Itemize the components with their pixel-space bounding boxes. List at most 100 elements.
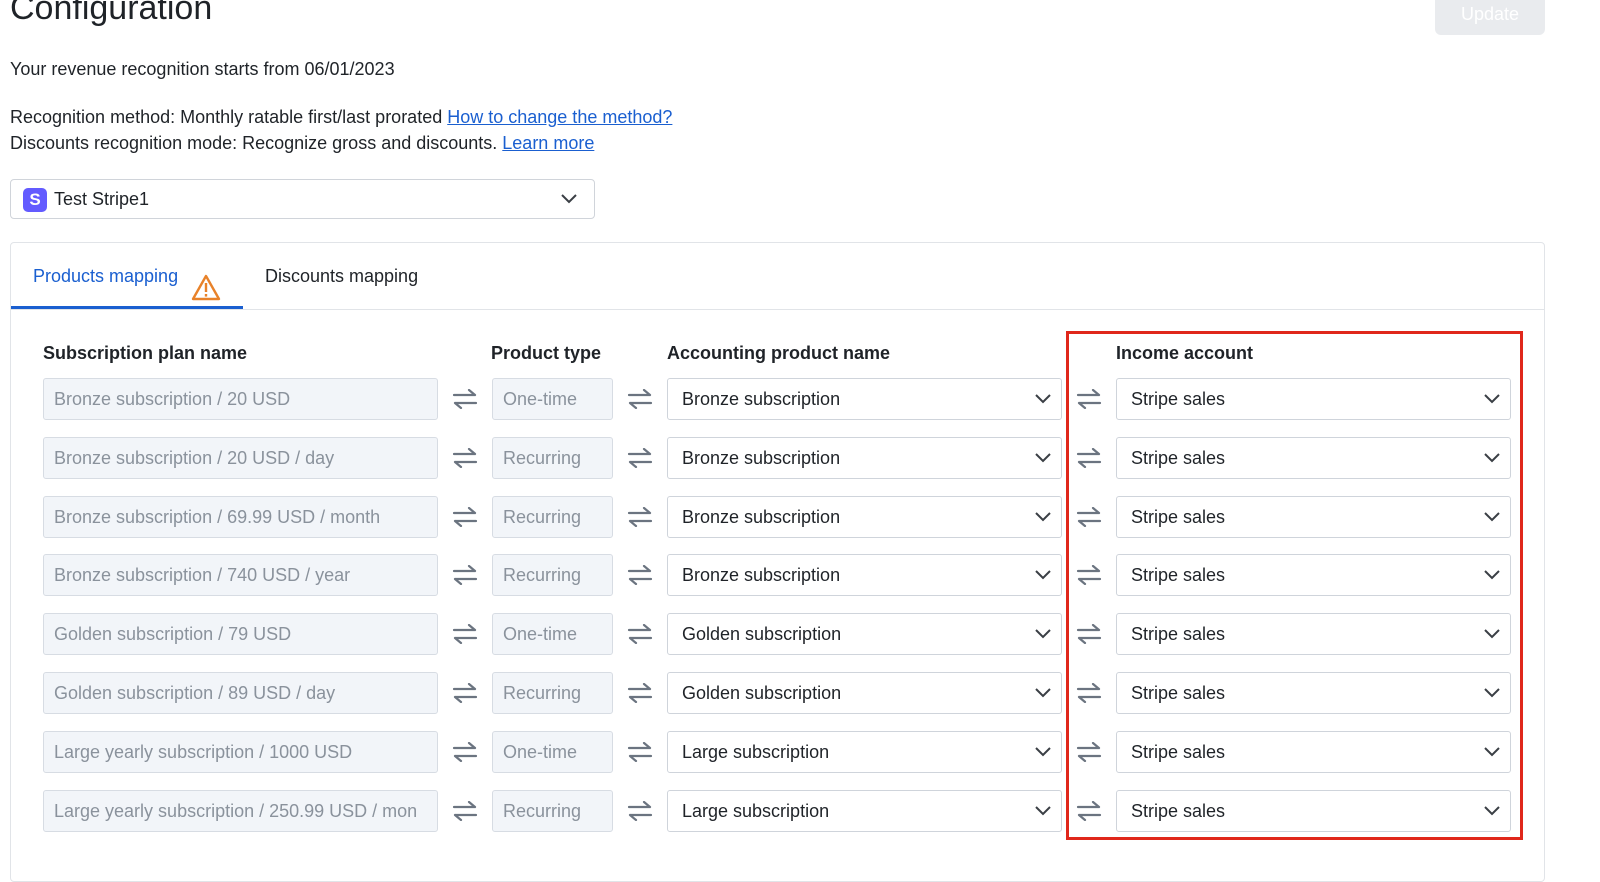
update-button[interactable]: Update <box>1435 0 1545 35</box>
plan-name-field: Bronze subscription / 20 USD / day <box>43 437 438 479</box>
income-account-select[interactable]: Stripe sales <box>1116 790 1511 832</box>
swap-arrows-icon <box>452 388 478 410</box>
income-account-select[interactable]: Stripe sales <box>1116 731 1511 773</box>
swap-arrows-icon <box>627 741 653 763</box>
column-header-type: Product type <box>491 343 602 363</box>
account-select-value: Test Stripe1 <box>54 189 150 209</box>
swap-arrows-icon <box>627 388 653 410</box>
product-type-field: Recurring <box>492 437 613 479</box>
accounting-product-select[interactable]: Bronze subscription <box>667 496 1062 538</box>
income-account-select[interactable]: Stripe sales <box>1116 672 1511 714</box>
product-type-field-value: One-time <box>503 742 578 762</box>
accounting-product-select-value: Golden subscription <box>682 624 842 644</box>
chevron-down-icon <box>1035 629 1051 641</box>
change-method-link[interactable]: How to change the method? <box>447 107 672 127</box>
plan-name-field-value: Golden subscription / 89 USD / day <box>54 683 336 703</box>
accounting-product-select[interactable]: Golden subscription <box>667 613 1062 655</box>
accounting-product-select[interactable]: Bronze subscription <box>667 378 1062 420</box>
stripe-logo-icon: S <box>23 188 47 212</box>
accounting-product-select-value: Large subscription <box>682 801 830 821</box>
plan-name-field-value: Bronze subscription / 20 USD / day <box>54 448 335 468</box>
learn-more-link[interactable]: Learn more <box>502 133 594 153</box>
product-type-field-value: Recurring <box>503 507 582 527</box>
swap-arrows-icon <box>1076 682 1102 704</box>
plan-name-field-value: Large yearly subscription / 250.99 USD /… <box>54 801 418 821</box>
product-type-field: Recurring <box>492 496 613 538</box>
chevron-down-icon <box>1484 747 1500 759</box>
income-account-select-value: Stripe sales <box>1131 742 1226 762</box>
tab-products-mapping[interactable]: Products mapping <box>11 243 243 309</box>
plan-name-field: Golden subscription / 89 USD / day <box>43 672 438 714</box>
chevron-down-icon <box>1035 453 1051 465</box>
product-type-field: Recurring <box>492 554 613 596</box>
accounting-product-select[interactable]: Bronze subscription <box>667 554 1062 596</box>
accounting-product-select[interactable]: Large subscription <box>667 731 1062 773</box>
discounts-mode-line: Discounts recognition mode: Recognize gr… <box>10 133 594 154</box>
income-account-select-value: Stripe sales <box>1131 507 1226 527</box>
plan-name-field-value: Bronze subscription / 740 USD / year <box>54 565 351 585</box>
product-type-field: Recurring <box>492 790 613 832</box>
product-type-field-value: Recurring <box>503 448 582 468</box>
plan-name-field-value: Large yearly subscription / 1000 USD <box>54 742 353 762</box>
swap-arrows-icon <box>452 741 478 763</box>
accounting-product-select-value: Bronze subscription <box>682 448 841 468</box>
chevron-down-icon <box>1484 394 1500 406</box>
product-type-field-value: Recurring <box>503 801 582 821</box>
plan-name-field: Bronze subscription / 740 USD / year <box>43 554 438 596</box>
chevron-down-icon <box>1035 512 1051 524</box>
swap-arrows-icon <box>627 623 653 645</box>
swap-arrows-icon <box>1076 506 1102 528</box>
swap-arrows-icon <box>627 506 653 528</box>
accounting-product-select-value: Golden subscription <box>682 683 842 703</box>
income-account-select-value: Stripe sales <box>1131 683 1226 703</box>
tab-discounts-mapping[interactable]: Discounts mapping <box>265 243 418 309</box>
accounting-product-select-value: Bronze subscription <box>682 565 841 585</box>
accounting-product-select-value: Bronze subscription <box>682 507 841 527</box>
swap-arrows-icon <box>1076 741 1102 763</box>
plan-name-field-value: Golden subscription / 79 USD <box>54 624 292 644</box>
chevron-down-icon <box>1484 570 1500 582</box>
discounts-mode-text: Discounts recognition mode: Recognize gr… <box>10 133 503 153</box>
chevron-down-icon <box>1484 629 1500 641</box>
chevron-down-icon <box>1035 806 1051 818</box>
chevron-down-icon <box>1484 453 1500 465</box>
income-account-select[interactable]: Stripe sales <box>1116 613 1511 655</box>
accounting-product-select[interactable]: Golden subscription <box>667 672 1062 714</box>
swap-arrows-icon <box>1076 564 1102 586</box>
income-account-select-value: Stripe sales <box>1131 801 1226 821</box>
tab-bar: Products mapping Discounts mapping <box>11 243 1544 310</box>
column-header-plan: Subscription plan name <box>43 343 248 363</box>
product-type-field-value: Recurring <box>503 683 582 703</box>
plan-name-field: Large yearly subscription / 1000 USD <box>43 731 438 773</box>
product-type-field: One-time <box>492 378 613 420</box>
swap-arrows-icon <box>1076 623 1102 645</box>
income-account-select-value: Stripe sales <box>1131 624 1226 644</box>
tab-products-mapping-label: Products mapping <box>33 266 179 286</box>
accounting-product-select[interactable]: Large subscription <box>667 790 1062 832</box>
income-account-select[interactable]: Stripe sales <box>1116 437 1511 479</box>
swap-arrows-icon <box>452 506 478 528</box>
product-type-field: Recurring <box>492 672 613 714</box>
plan-name-field-value: Bronze subscription / 20 USD <box>54 389 291 409</box>
income-account-select[interactable]: Stripe sales <box>1116 554 1511 596</box>
swap-arrows-icon <box>452 800 478 822</box>
account-select[interactable]: S Test Stripe1 <box>10 179 595 219</box>
accounting-product-select[interactable]: Bronze subscription <box>667 437 1062 479</box>
product-type-field: One-time <box>492 731 613 773</box>
swap-arrows-icon <box>1076 388 1102 410</box>
swap-arrows-icon <box>627 682 653 704</box>
income-account-select-value: Stripe sales <box>1131 448 1226 468</box>
plan-name-field: Large yearly subscription / 250.99 USD /… <box>43 790 438 832</box>
chevron-down-icon <box>561 194 577 206</box>
income-account-select[interactable]: Stripe sales <box>1116 496 1511 538</box>
chevron-down-icon <box>1484 688 1500 700</box>
income-account-select-value: Stripe sales <box>1131 565 1226 585</box>
accounting-product-select-value: Large subscription <box>682 742 830 762</box>
page-title: Configuration <box>10 0 213 27</box>
swap-arrows-icon <box>452 623 478 645</box>
column-header-income: Income account <box>1116 343 1254 363</box>
income-account-select[interactable]: Stripe sales <box>1116 378 1511 420</box>
plan-name-field: Golden subscription / 79 USD <box>43 613 438 655</box>
chevron-down-icon <box>1484 512 1500 524</box>
chevron-down-icon <box>1484 806 1500 818</box>
